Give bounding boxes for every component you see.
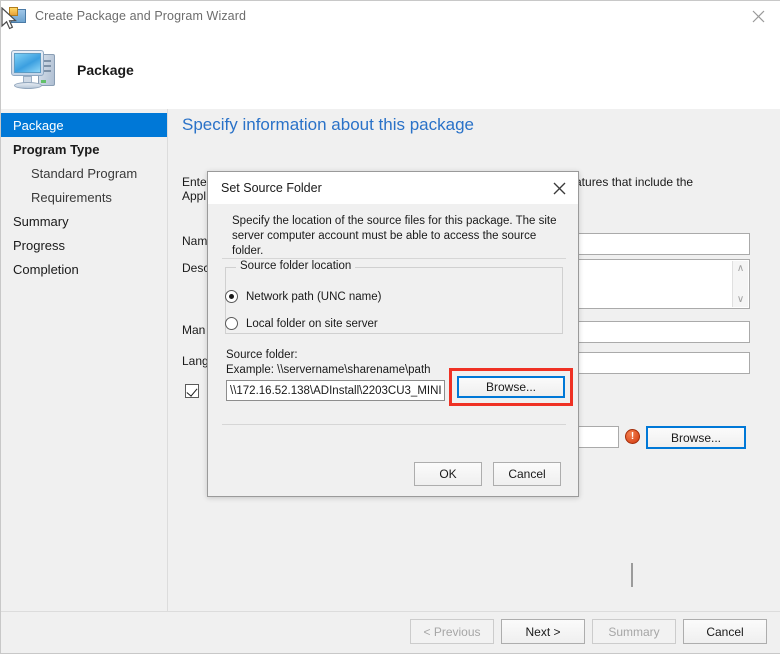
sidebar-item-label: Standard Program — [31, 166, 137, 181]
header-title: Package — [77, 62, 134, 78]
dialog-cancel-button[interactable]: Cancel — [493, 462, 561, 486]
source-files-checkbox[interactable] — [185, 384, 199, 398]
wizard-header: Package — [1, 31, 780, 109]
source-browse-button[interactable]: Browse... — [646, 426, 746, 449]
summary-button[interactable]: Summary — [592, 619, 676, 644]
dialog-ok-label: OK — [439, 467, 456, 481]
set-source-folder-dialog: Set Source Folder Specify the location o… — [207, 171, 579, 497]
source-folder-value: \\172.16.52.138\ADInstall\2203CU3_MINI — [230, 385, 442, 397]
description-scrollbar[interactable]: ∧ ∨ — [732, 261, 748, 307]
dialog-close-button[interactable] — [546, 176, 572, 200]
radio-selected-icon — [225, 290, 238, 303]
package-wizard-icon — [9, 7, 27, 25]
sidebar-item-program-type[interactable]: Program Type — [1, 137, 167, 161]
source-folder-label: Source folder: — [226, 349, 298, 361]
dialog-browse-label: Browse... — [486, 380, 536, 394]
radio-network-path-label: Network path (UNC name) — [246, 291, 381, 303]
sidebar-item-package[interactable]: Package — [1, 113, 167, 137]
dialog-separator-bottom — [222, 424, 566, 425]
sidebar-item-label: Program Type — [13, 142, 99, 157]
language-label: Lang — [182, 354, 209, 368]
wizard-footer: < Previous Next > Summary Cancel — [1, 611, 780, 653]
cancel-button[interactable]: Cancel — [683, 619, 767, 644]
radio-local-folder[interactable]: Local folder on site server — [225, 317, 378, 330]
wizard-sidebar: Package Program Type Standard Program Re… — [1, 109, 168, 613]
sidebar-item-summary[interactable]: Summary — [1, 209, 167, 233]
window-title-bar: Create Package and Program Wizard — [1, 1, 780, 31]
sidebar-item-label: Requirements — [31, 190, 112, 205]
sidebar-item-standard-program[interactable]: Standard Program — [1, 161, 167, 185]
window-close-button[interactable] — [735, 1, 780, 31]
computer-package-icon — [9, 46, 65, 94]
scroll-down-icon[interactable]: ∨ — [737, 294, 744, 305]
text-caret — [631, 563, 633, 587]
window-title: Create Package and Program Wizard — [35, 9, 246, 23]
sidebar-item-progress[interactable]: Progress — [1, 233, 167, 257]
error-icon-glyph: ! — [631, 432, 634, 442]
name-label: Nam — [182, 234, 207, 248]
next-button[interactable]: Next > — [501, 619, 585, 644]
source-folder-location-legend: Source folder location — [236, 260, 355, 272]
sidebar-item-label: Summary — [13, 214, 69, 229]
source-folder-example: Example: \\servername\sharename\path — [226, 364, 431, 376]
sidebar-item-label: Completion — [13, 262, 79, 277]
previous-button[interactable]: < Previous — [410, 619, 494, 644]
error-icon: ! — [625, 429, 640, 444]
close-icon — [553, 182, 566, 195]
description-label: Desc — [182, 261, 209, 275]
sidebar-item-requirements[interactable]: Requirements — [1, 185, 167, 209]
sidebar-item-completion[interactable]: Completion — [1, 257, 167, 281]
intro-text-line2: Appl — [182, 189, 206, 203]
close-icon — [752, 10, 765, 23]
next-label: Next > — [525, 625, 560, 639]
dialog-title: Set Source Folder — [221, 181, 322, 195]
radio-local-folder-label: Local folder on site server — [246, 318, 378, 330]
dialog-cancel-label: Cancel — [508, 467, 545, 481]
page-title: Specify information about this package — [182, 115, 474, 135]
sidebar-item-label: Progress — [13, 238, 65, 253]
dialog-ok-button[interactable]: OK — [414, 462, 482, 486]
radio-unselected-icon — [225, 317, 238, 330]
cancel-label: Cancel — [706, 625, 743, 639]
source-folder-input[interactable]: \\172.16.52.138\ADInstall\2203CU3_MINI — [226, 380, 445, 401]
intro-text-tail: features that include the — [565, 175, 693, 189]
scroll-up-icon[interactable]: ∧ — [737, 263, 744, 274]
intro-text-line1: Ente — [182, 175, 207, 189]
wizard-window: Create Package and Program Wizard Packag… — [0, 0, 780, 654]
manufacturer-label: Man — [182, 323, 205, 337]
source-browse-label: Browse... — [671, 431, 721, 445]
summary-label: Summary — [608, 625, 659, 639]
radio-network-path[interactable]: Network path (UNC name) — [225, 290, 381, 303]
dialog-separator-top — [222, 258, 566, 259]
dialog-browse-button[interactable]: Browse... — [457, 376, 565, 398]
previous-label: < Previous — [423, 625, 480, 639]
dialog-description: Specify the location of the source files… — [232, 214, 562, 259]
sidebar-item-label: Package — [13, 118, 64, 133]
dialog-title-bar: Set Source Folder — [208, 172, 578, 204]
